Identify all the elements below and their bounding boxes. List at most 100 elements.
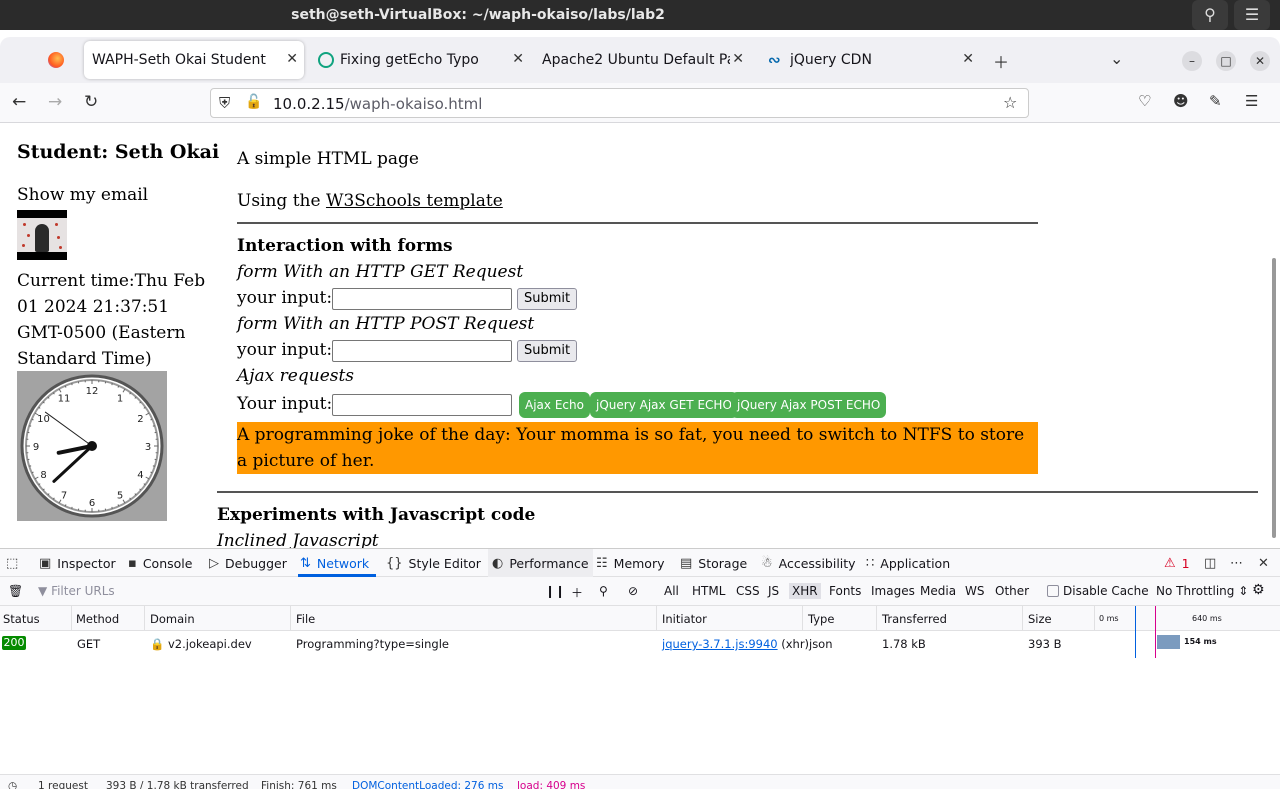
- app-menu-icon[interactable]: ☰: [1245, 92, 1258, 110]
- bookmark-star-icon[interactable]: ☆: [1003, 93, 1017, 112]
- tab-performance[interactable]: ◐ Performance: [488, 549, 593, 577]
- close-devtools-icon[interactable]: ✕: [1258, 549, 1275, 577]
- close-icon[interactable]: ✕: [512, 51, 524, 67]
- dock-icon[interactable]: ◫: [1204, 549, 1222, 577]
- disable-cache-checkbox[interactable]: Disable Cache: [1047, 584, 1149, 598]
- col-transferred[interactable]: Transferred: [882, 612, 947, 626]
- tab-storage[interactable]: ▤ Storage: [680, 549, 747, 577]
- initiator-link[interactable]: jquery-3.7.1.js:9940: [662, 637, 778, 651]
- post-form-label: form With an HTTP POST Request: [237, 314, 535, 334]
- show-email-link[interactable]: Show my email: [17, 185, 148, 205]
- new-tab-icon[interactable]: ＋: [993, 49, 1009, 73]
- filter-all[interactable]: All: [664, 584, 679, 598]
- pocket-icon[interactable]: ♡: [1138, 92, 1151, 110]
- throttling-select[interactable]: No Throttling ⇕: [1156, 584, 1248, 598]
- close-window-icon[interactable]: ✕: [1250, 51, 1270, 71]
- close-icon[interactable]: ✕: [962, 51, 974, 67]
- element-picker-icon[interactable]: ⬚: [6, 549, 24, 577]
- filter-fonts[interactable]: Fonts: [829, 584, 861, 598]
- tab-console[interactable]: ▪ Console: [128, 549, 192, 577]
- tab-inspector[interactable]: ▣ Inspector: [39, 549, 116, 577]
- ajax-echo-button[interactable]: Ajax Echo: [519, 392, 590, 418]
- col-initiator[interactable]: Initiator: [662, 612, 707, 626]
- search-icon[interactable]: ⚲: [1192, 0, 1228, 30]
- divider: [237, 222, 1038, 224]
- tab-memory[interactable]: ☷ Memory: [596, 549, 665, 577]
- close-icon[interactable]: ✕: [286, 51, 298, 67]
- accessibility-icon: ☃: [761, 555, 773, 571]
- table-row[interactable]: 200 GET 🔒 v2.jokeapi.dev Programming?typ…: [0, 631, 1280, 655]
- settings-gear-icon[interactable]: ⚙: [1252, 582, 1265, 598]
- post-input-field[interactable]: [332, 340, 512, 362]
- tab-jquery-cdn[interactable]: ∾ jQuery CDN ✕: [760, 41, 980, 79]
- filter-other[interactable]: Other: [995, 584, 1029, 598]
- pause-icon[interactable]: ❙❙: [545, 584, 565, 598]
- filter-images[interactable]: Images: [871, 584, 915, 598]
- filter-html[interactable]: HTML: [692, 584, 725, 598]
- debugger-icon: ▷: [209, 555, 219, 571]
- clock-numeral: 8: [40, 470, 46, 481]
- forward-icon[interactable]: →: [48, 92, 62, 112]
- tab-apache-default[interactable]: Apache2 Ubuntu Default Page: It works ✕: [534, 41, 750, 79]
- intro-text: A simple HTML page: [237, 149, 419, 169]
- trash-icon[interactable]: 🗑: [8, 584, 23, 598]
- devtools-status-bar: ◷ 1 request 393 B / 1.78 kB transferred …: [0, 774, 1280, 789]
- analog-clock: 1 2 3 4 5 6 7 8 9 10 11 12: [17, 371, 167, 521]
- col-domain[interactable]: Domain: [150, 612, 195, 626]
- filter-ws[interactable]: WS: [965, 584, 984, 598]
- more-options-icon[interactable]: ⋯: [1230, 549, 1249, 577]
- shield-icon[interactable]: ⛨: [219, 94, 230, 112]
- filter-urls-input[interactable]: ▼ Filter URLs: [38, 584, 115, 598]
- filter-css[interactable]: CSS: [736, 584, 760, 598]
- lock-icon[interactable]: 🔓: [245, 94, 262, 110]
- firefox-icon[interactable]: [48, 52, 64, 68]
- list-tabs-icon[interactable]: ⌄: [1110, 49, 1123, 68]
- minimize-icon[interactable]: –: [1182, 51, 1202, 71]
- reload-icon[interactable]: ↻: [84, 92, 98, 112]
- account-icon[interactable]: ☻: [1173, 92, 1189, 110]
- close-icon[interactable]: ✕: [732, 51, 744, 67]
- get-input-field[interactable]: [332, 288, 512, 310]
- clock-numeral: 2: [137, 414, 143, 425]
- col-type[interactable]: Type: [808, 612, 834, 626]
- col-status[interactable]: Status: [3, 612, 40, 626]
- w3schools-link[interactable]: W3Schools template: [326, 191, 503, 211]
- search-icon[interactable]: ⚲: [599, 584, 608, 598]
- filter-media[interactable]: Media: [920, 584, 956, 598]
- filter-js[interactable]: JS: [768, 584, 779, 598]
- jquery-get-button[interactable]: jQuery Ajax GET ECHO: [590, 392, 738, 418]
- tab-accessibility[interactable]: ☃ Accessibility: [761, 549, 856, 577]
- divider: [217, 491, 1258, 493]
- inspector-icon: ▣: [39, 555, 52, 571]
- jquery-post-button[interactable]: jQuery Ajax POST ECHO: [731, 392, 887, 418]
- request-initiator: jquery-3.7.1.js:9940 (xhr): [662, 637, 810, 651]
- block-icon[interactable]: ⊘: [628, 584, 638, 598]
- col-size[interactable]: Size: [1028, 612, 1052, 626]
- load-marker: [1155, 606, 1156, 658]
- add-icon[interactable]: ＋: [571, 584, 583, 601]
- tab-style-editor[interactable]: {} Style Editor: [386, 549, 481, 577]
- filter-xhr[interactable]: XHR: [789, 583, 821, 599]
- tab-application[interactable]: ∷ Application: [866, 549, 950, 577]
- request-domain: 🔒 v2.jokeapi.dev: [150, 637, 252, 651]
- extensions-icon[interactable]: ✎: [1209, 92, 1222, 110]
- post-submit-button[interactable]: Submit: [517, 340, 578, 362]
- clock-numeral: 1: [117, 394, 123, 405]
- transferred-summary: 393 B / 1.78 kB transferred: [106, 780, 249, 789]
- tab-waph-student[interactable]: WAPH-Seth Okai Student ✕: [84, 41, 304, 79]
- col-method[interactable]: Method: [76, 612, 119, 626]
- back-icon[interactable]: ←: [12, 92, 26, 112]
- waterfall-timing: 154 ms: [1184, 637, 1217, 646]
- error-count-badge[interactable]: ⚠ 1: [1164, 549, 1190, 577]
- get-submit-button[interactable]: Submit: [517, 288, 578, 310]
- clock-tick: [111, 506, 113, 509]
- url-bar[interactable]: ⛨ 🔓 10.0.2.15/waph-okaiso.html ☆: [210, 88, 1029, 118]
- tab-network[interactable]: ⇅ Network: [300, 549, 369, 577]
- tab-debugger[interactable]: ▷ Debugger: [209, 549, 287, 577]
- maximize-icon[interactable]: □: [1216, 51, 1236, 71]
- col-file[interactable]: File: [296, 612, 315, 626]
- ajax-input-field[interactable]: [332, 394, 512, 416]
- tab-fixing-getecho[interactable]: Fixing getEcho Typo ✕: [310, 41, 530, 79]
- hamburger-icon[interactable]: ☰: [1234, 0, 1270, 30]
- page-scrollbar[interactable]: [1272, 258, 1276, 538]
